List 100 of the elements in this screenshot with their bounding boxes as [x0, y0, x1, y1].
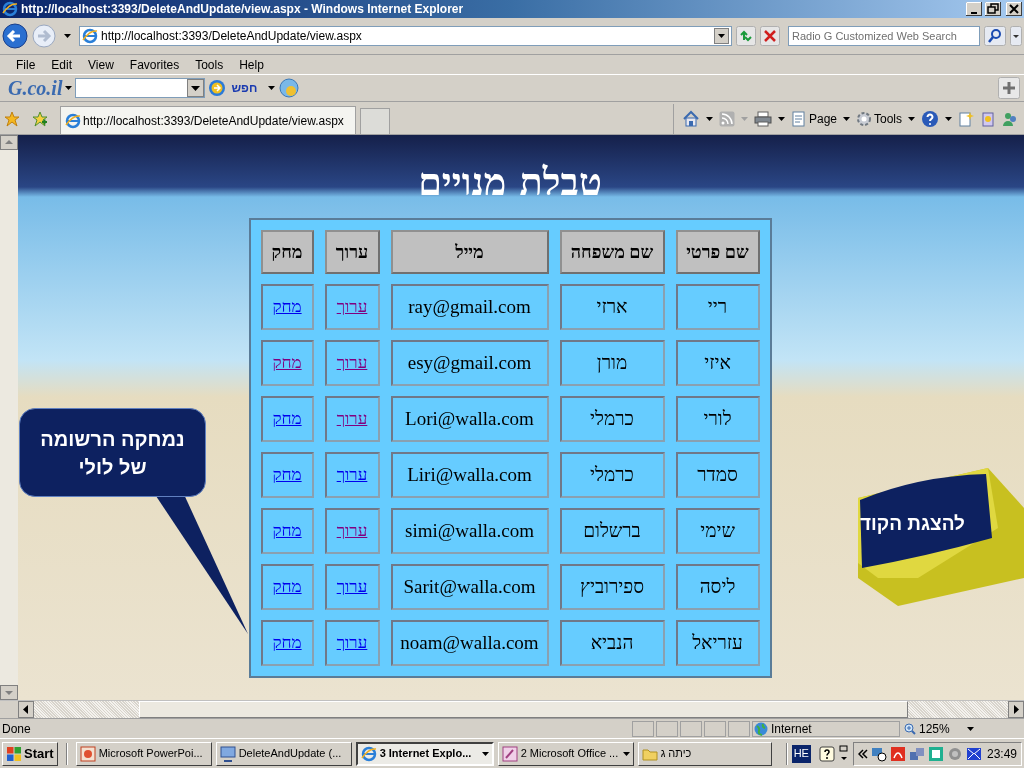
dropdown-caret-icon[interactable] [65, 86, 73, 90]
search-options-button[interactable] [1010, 26, 1022, 46]
status-pane [656, 720, 678, 737]
taskbar-button[interactable]: 3 Internet Explo... [355, 741, 494, 766]
table-cell: איזי [675, 340, 760, 386]
delete-link[interactable]: מחק [272, 518, 302, 544]
network-icon[interactable] [908, 745, 925, 762]
combo-box[interactable] [75, 78, 206, 98]
table-cell: noam@walla.com [390, 620, 549, 666]
search-field[interactable]: Radio G Customized Web Search [788, 26, 980, 46]
scroll-right-button[interactable] [1008, 701, 1024, 718]
menu-item[interactable]: Tools [187, 55, 232, 74]
scroll-left-button[interactable] [18, 701, 34, 718]
table-cell: הנביא [559, 620, 665, 666]
dropdown-button[interactable] [187, 79, 205, 97]
dropdown-caret-icon[interactable] [64, 34, 71, 38]
dropdown-caret-icon[interactable] [777, 117, 785, 121]
pdf-icon[interactable] [889, 745, 906, 762]
taskbar-button[interactable]: 2 Microsoft Office ... [497, 741, 634, 766]
search-button[interactable]: חפש [229, 79, 260, 97]
help-icon[interactable] [818, 745, 835, 762]
refresh-button[interactable] [736, 26, 756, 46]
horizontal-scrollbar[interactable] [0, 700, 1024, 718]
delete-link[interactable]: מחק [272, 350, 302, 376]
menu-item[interactable]: File [8, 55, 44, 74]
dropdown-button[interactable] [714, 28, 729, 44]
sync-icon[interactable] [927, 745, 944, 762]
menu-item[interactable]: Favorites [121, 55, 188, 74]
people-icon[interactable] [1002, 111, 1018, 127]
delete-link[interactable]: מחק [272, 294, 302, 320]
status-text: Done [1, 720, 32, 738]
search-button[interactable] [984, 26, 1006, 46]
vertical-scrollbar[interactable] [0, 135, 18, 700]
research-icon[interactable] [958, 111, 974, 127]
table-cell: שימי [675, 508, 760, 554]
zoom-button[interactable]: 125% [902, 720, 1022, 737]
column-header: מחק [260, 230, 314, 274]
scroll-up-button[interactable] [0, 135, 18, 150]
menu-item[interactable]: Edit [43, 55, 81, 74]
edit-link[interactable]: ערוך [336, 462, 368, 488]
table-cell: לורי [675, 396, 760, 442]
dropdown-caret-icon[interactable] [268, 86, 276, 90]
taskbar-button[interactable]: Microsoft PowerPoi... [75, 741, 212, 766]
command-button[interactable]: Page [790, 110, 837, 128]
add-favorite-icon[interactable] [32, 111, 48, 127]
table-cell: סמדר [675, 452, 760, 498]
table-cell: Liri@walla.com [390, 452, 549, 498]
edit-link[interactable]: ערוך [336, 294, 368, 320]
chevron-icon[interactable] [857, 748, 868, 759]
scroll-thumb[interactable] [139, 701, 908, 718]
close-button[interactable] [1006, 2, 1022, 16]
gear-icon [856, 111, 872, 127]
delete-link[interactable]: מחק [272, 630, 302, 656]
office-icon [501, 745, 518, 762]
taskbar-button[interactable]: כיתה ג [637, 741, 772, 766]
presentation-icon [79, 745, 96, 762]
start-button[interactable]: Start [2, 741, 58, 766]
minimize-button[interactable] [966, 2, 982, 16]
edit-link[interactable]: ערוך [336, 518, 368, 544]
stop-button[interactable] [760, 26, 780, 46]
column-header: ערוך [324, 230, 380, 274]
favorites-star-icon[interactable] [4, 111, 20, 127]
dropdown-caret-icon[interactable] [908, 117, 915, 121]
table-cell: simi@walla.com [390, 508, 549, 554]
table-cell: ארזי [559, 284, 665, 330]
add-button[interactable] [998, 77, 1020, 99]
status-pane [728, 720, 750, 737]
dropdown-caret-icon[interactable] [843, 117, 850, 121]
browser-tab[interactable]: http://localhost:3393/DeleteAndUpdate/view.aspx [60, 106, 356, 134]
table-cell: Lori@walla.com [390, 396, 549, 442]
edit-link[interactable]: ערוך [336, 350, 368, 376]
site-logo[interactable]: G.co.il [8, 73, 63, 103]
delete-link[interactable]: מחק [272, 462, 302, 488]
language-indicator[interactable]: HE [791, 744, 811, 763]
table-cell: ray@gmail.com [390, 284, 549, 330]
taskbar-button[interactable]: DeleteAndUpdate (... [215, 741, 352, 766]
back-button[interactable] [2, 23, 28, 49]
print-icon[interactable] [753, 111, 772, 127]
menu-item[interactable]: Help [231, 55, 272, 74]
dropdown-caret-icon [966, 726, 974, 731]
table-cell: Sarit@walla.com [390, 564, 549, 610]
menu-item[interactable]: View [80, 55, 122, 74]
home-icon[interactable] [681, 110, 700, 128]
restore-toolbar-icon[interactable] [838, 744, 849, 763]
network-clock-icon[interactable] [870, 745, 887, 762]
dropdown-caret-icon[interactable] [945, 117, 952, 121]
command-button[interactable]: Tools [856, 110, 902, 128]
edit-link[interactable]: ערוך [336, 574, 368, 600]
restore-button[interactable] [985, 2, 1001, 16]
help-icon[interactable] [921, 110, 939, 128]
delete-link[interactable]: מחק [272, 574, 302, 600]
address-field[interactable]: http://localhost:3393/DeleteAndUpdate/view.aspx [79, 26, 732, 46]
edit-link[interactable]: ערוך [336, 630, 368, 656]
column-header: שם פרטי [675, 230, 760, 274]
edit-link[interactable]: ערוך [336, 406, 368, 432]
page-title: טבלת מנויים [418, 159, 602, 206]
delete-link[interactable]: מחק [272, 406, 302, 432]
table-cell: כרמלי [559, 452, 665, 498]
dropdown-caret-icon[interactable] [705, 117, 713, 121]
mail-icon[interactable] [965, 745, 982, 762]
